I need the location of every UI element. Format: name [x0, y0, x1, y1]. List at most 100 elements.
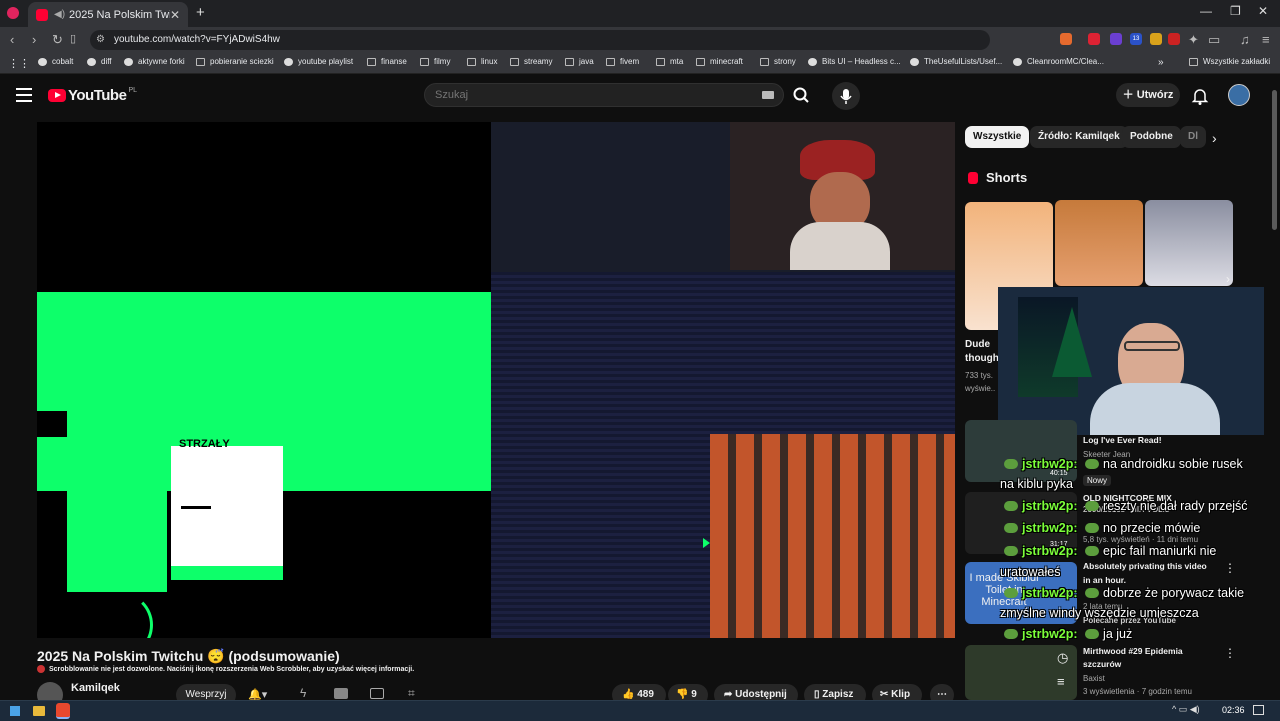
filter-more[interactable]: Dl: [1180, 126, 1206, 148]
music-icon[interactable]: ♫: [1240, 32, 1250, 47]
page-scrollbar[interactable]: [1272, 90, 1277, 230]
create-button[interactable]: ＋ Utwórz: [1116, 83, 1180, 107]
bookmark-cobalt[interactable]: cobalt: [38, 57, 73, 66]
bookmarks-overflow-icon[interactable]: »: [1158, 57, 1164, 68]
share-icon: ➦: [724, 689, 736, 700]
notifications-bell-icon[interactable]: [1190, 86, 1210, 106]
search-button[interactable]: [788, 83, 816, 107]
filter-similar[interactable]: Podobne: [1122, 126, 1181, 148]
chat-emote-icon: [1085, 523, 1100, 533]
bookmark-aktywne-forki[interactable]: aktywne forki: [124, 57, 185, 66]
chat-emote-icon: [1004, 546, 1018, 556]
add-to-queue-icon[interactable]: ≡: [1057, 674, 1065, 689]
minimize-button[interactable]: —: [1200, 4, 1212, 18]
short-card[interactable]: [1145, 200, 1233, 286]
bookmark-usefullists[interactable]: TheUsefulLists/Usef...: [910, 57, 1002, 66]
apps-icon[interactable]: ⋮⋮: [8, 57, 30, 70]
taskbar-clock[interactable]: 02:36: [1222, 705, 1245, 715]
video-player[interactable]: STRZAŁY: [37, 122, 955, 638]
file-explorer-icon[interactable]: [33, 706, 45, 716]
keyboard-icon[interactable]: [762, 91, 774, 99]
bookmark-pobieranie[interactable]: pobieranie sciezki: [196, 57, 274, 66]
chat-emote-icon: [1085, 459, 1100, 469]
back-icon[interactable]: ‹: [10, 32, 14, 47]
bookmark-folder-filmy[interactable]: filmy: [420, 57, 450, 66]
extension-yellow-icon[interactable]: [1150, 33, 1162, 45]
chat-emote-icon: [1004, 459, 1018, 469]
browser-logo-icon[interactable]: [7, 7, 19, 19]
watch-later-icon[interactable]: ◷: [1057, 650, 1068, 666]
extension-red-icon[interactable]: [1088, 33, 1100, 45]
crop-icon[interactable]: ⌗: [408, 686, 415, 701]
notification-center-icon[interactable]: [1253, 705, 1264, 715]
filter-source[interactable]: Źródło: Kamilqek: [1030, 126, 1128, 148]
bookmark-folder-minecraft[interactable]: minecraft: [696, 57, 743, 66]
chat-message: zmyślne windy wszędzie umieszcza: [1000, 606, 1199, 620]
all-bookmarks[interactable]: Wszystkie zakładki: [1189, 57, 1270, 66]
brave-taskbar-icon[interactable]: [56, 703, 70, 719]
bookmark-folder-streamy[interactable]: streamy: [510, 57, 552, 66]
reload-icon[interactable]: ↻: [52, 32, 63, 48]
browser-tab[interactable]: ◀) 2025 Na Polskim Twitchu 😴 ✕: [28, 2, 188, 27]
short-card[interactable]: [1055, 200, 1143, 286]
rec-menu-icon[interactable]: ⋮: [1224, 646, 1236, 660]
extension-purple-icon[interactable]: [1110, 33, 1122, 45]
rec-title[interactable]: Absolutely privating this video: [1083, 561, 1207, 571]
bookmark-bits-ui[interactable]: Bits UI – Headless c...: [808, 57, 901, 66]
search-input[interactable]: [424, 83, 784, 107]
bookmark-folder-strony[interactable]: strony: [760, 57, 796, 66]
youtube-header: YouTube PL ＋ Utwórz: [0, 74, 1280, 118]
tray-icons[interactable]: ^ ▭ ◀): [1172, 704, 1200, 715]
close-window-button[interactable]: ✕: [1258, 4, 1268, 18]
chat-message: jstrbw2p: reszty nie dał rady przejść: [1000, 499, 1248, 513]
filter-all[interactable]: Wszystkie: [965, 126, 1030, 148]
address-bar[interactable]: youtube.com/watch?v=FYjADwiS4hw: [90, 30, 990, 50]
chevron-right-icon[interactable]: ›: [1212, 130, 1217, 146]
short-title-line2: though: [965, 353, 999, 364]
restore-button[interactable]: ❐: [1230, 4, 1241, 18]
extensions-puzzle-icon[interactable]: ✦: [1188, 32, 1199, 48]
voice-search-button[interactable]: [832, 82, 860, 110]
bookmark-folder-finanse[interactable]: finanse: [367, 57, 407, 66]
brave-shield-icon[interactable]: [1060, 33, 1072, 45]
short-views-label: wyświe...: [965, 384, 995, 393]
bookmark-folder-linux[interactable]: linux: [467, 57, 497, 66]
rec-title-line2: szczurów: [1083, 659, 1122, 669]
extension-pen-icon[interactable]: [1168, 33, 1180, 45]
rec-badge: Nowy: [1083, 475, 1112, 486]
rec-title[interactable]: Mirthwood #29 Epidemia: [1083, 646, 1183, 656]
rec-channel: Baxist: [1083, 674, 1105, 683]
chat-message: jstrbw2p: dobrze że porywacz takie: [1000, 586, 1244, 600]
youtube-logo[interactable]: YouTube PL: [48, 87, 137, 104]
miniplayer-icon[interactable]: [370, 688, 384, 699]
account-avatar[interactable]: [1228, 84, 1250, 106]
shorts-next-icon[interactable]: ›: [1226, 272, 1230, 286]
bookmark-folder-mta[interactable]: mta: [656, 57, 683, 66]
scrobbler-icon: [37, 665, 45, 673]
rec-menu-icon[interactable]: ⋮: [1224, 561, 1236, 575]
extension-badge-icon[interactable]: 13: [1130, 33, 1142, 45]
thunder-icon[interactable]: ϟ: [300, 686, 306, 700]
new-tab-button[interactable]: +: [196, 4, 205, 21]
tab-close-icon[interactable]: ✕: [170, 8, 180, 22]
bookmark-folder-fivem[interactable]: fivem: [606, 57, 639, 66]
bookmark-cleanroom[interactable]: CleanroomMC/Clea...: [1013, 57, 1104, 66]
thumb-down-icon: 👎: [676, 689, 692, 700]
windows-start-icon[interactable]: [10, 706, 20, 716]
rec-title[interactable]: Log I've Ever Read!: [1083, 435, 1162, 445]
sidebar-icon[interactable]: ▭: [1208, 32, 1220, 48]
channel-name[interactable]: Kamilqek: [71, 682, 120, 694]
bookmark-page-icon[interactable]: ▯: [70, 32, 76, 45]
chat-message: jstrbw2p: ja już: [1000, 627, 1132, 641]
bookmark-diff[interactable]: diff: [87, 57, 112, 66]
browser-menu-icon[interactable]: ≡: [1262, 32, 1270, 47]
bookmark-youtube-playlist[interactable]: youtube playlist: [284, 57, 353, 66]
image-icon[interactable]: [334, 688, 348, 699]
forward-icon[interactable]: ›: [32, 32, 36, 47]
site-info-icon[interactable]: ⚙: [96, 34, 105, 45]
orange-structure: [710, 434, 955, 638]
speaker-icon[interactable]: ◀): [54, 9, 65, 20]
chat-message: jstrbw2p: no przecie mówie: [1000, 521, 1200, 535]
hamburger-menu-icon[interactable]: [16, 88, 32, 102]
bookmark-folder-java[interactable]: java: [565, 57, 594, 66]
